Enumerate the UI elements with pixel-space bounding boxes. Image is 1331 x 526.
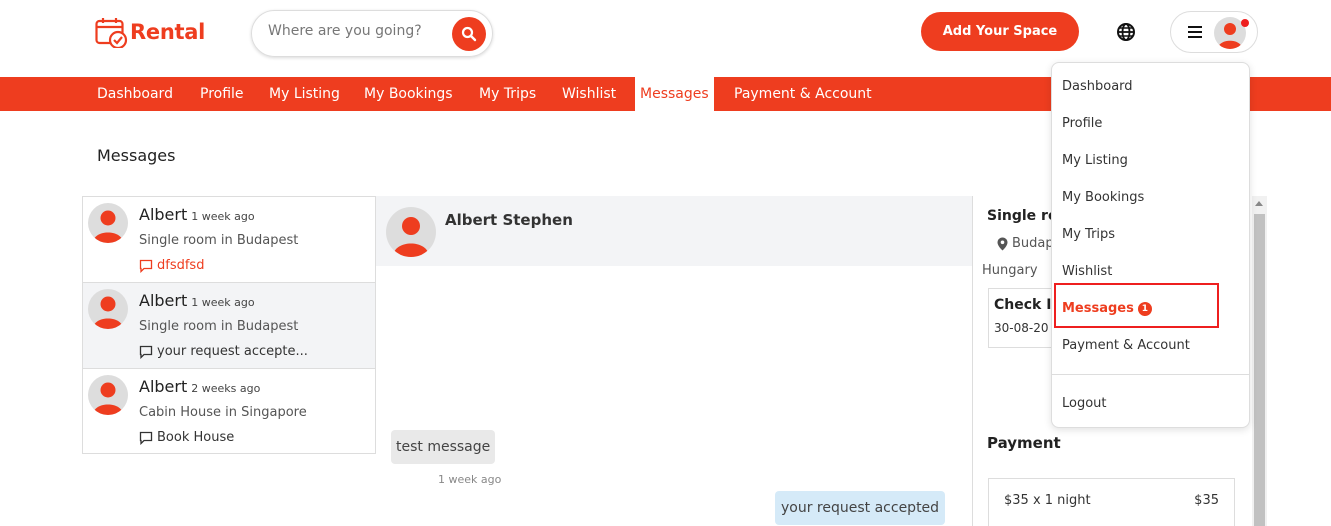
chat-bubble-icon (139, 431, 153, 445)
nav-item-messages[interactable]: Messages (635, 77, 714, 111)
conversation-time: 1 week ago (191, 210, 255, 223)
logo-text: Rental (130, 20, 205, 44)
logo[interactable]: Rental (95, 16, 205, 48)
calendar-check-icon (95, 18, 128, 48)
dropdown-divider (1052, 374, 1249, 375)
conversation-listing: Single room in Budapest (139, 319, 299, 334)
globe-icon[interactable] (1116, 22, 1136, 42)
chat-bubble-icon (139, 345, 153, 359)
dropdown-item-my-listing[interactable]: My Listing (1062, 153, 1128, 168)
scrollbar-thumb[interactable] (1254, 214, 1265, 526)
payment-amount: $35 (1194, 493, 1219, 508)
add-your-space-button[interactable]: Add Your Space (921, 12, 1079, 51)
conversation-listing: Single room in Budapest (139, 233, 299, 248)
avatar (386, 207, 436, 257)
last-message-text: Book House (157, 430, 235, 445)
nav-item-my-bookings[interactable]: My Bookings (364, 77, 453, 111)
search-input[interactable] (268, 23, 448, 39)
payment-title: Payment (987, 434, 1061, 452)
avatar (88, 203, 128, 243)
location-text: Budap (1012, 236, 1054, 251)
user-menu-button[interactable] (1170, 11, 1258, 53)
dropdown-item-logout[interactable]: Logout (1062, 396, 1107, 411)
listing-country: Hungary (982, 263, 1038, 278)
conversation-name-text: Albert (139, 377, 188, 396)
map-pin-icon (997, 237, 1008, 250)
conversation-item[interactable]: Albert 2 weeks ago Cabin House in Singapo… (83, 369, 375, 455)
conversation-last-message: dfsdfsd (139, 258, 319, 273)
search-button[interactable] (452, 17, 486, 51)
nav-item-my-trips[interactable]: My Trips (479, 77, 536, 111)
dropdown-item-profile[interactable]: Profile (1062, 116, 1102, 131)
conversation-item[interactable]: Albert 1 week ago Single room in Budapest… (83, 283, 375, 369)
chat-bubble-icon (139, 259, 153, 273)
highlight-box (1054, 283, 1219, 328)
chat-header: Albert Stephen (376, 196, 972, 266)
user-avatar-icon (393, 217, 429, 257)
notification-dot (1241, 19, 1249, 27)
dropdown-item-wishlist[interactable]: Wishlist (1062, 264, 1112, 279)
conversation-name: Albert 1 week ago (139, 205, 255, 224)
conversation-item[interactable]: Albert 1 week ago Single room in Budapest… (83, 197, 375, 283)
last-message-text: your request accepte... (157, 344, 308, 359)
search-icon (461, 26, 477, 42)
conversation-last-message: Book House (139, 430, 319, 445)
listing-location: Budap (997, 236, 1054, 251)
nav-item-dashboard[interactable]: Dashboard (97, 77, 173, 111)
nav-item-my-listing[interactable]: My Listing (269, 77, 340, 111)
conversation-time: 1 week ago (191, 296, 255, 309)
user-dropdown-menu: Dashboard Profile My Listing My Bookings… (1051, 62, 1250, 428)
dropdown-item-payment-account[interactable]: Payment & Account (1062, 338, 1190, 353)
page-title: Messages (97, 146, 176, 165)
nav-item-payment-account[interactable]: Payment & Account (734, 77, 872, 111)
check-in-date: 30-08-20 (994, 321, 1049, 335)
message-bubble-outgoing: your request accepted (775, 491, 946, 525)
message-bubble-incoming: test message (391, 430, 496, 464)
conversation-name: Albert 2 weeks ago (139, 377, 260, 396)
conversation-last-message: your request accepte... (139, 344, 319, 359)
user-avatar-icon (93, 382, 123, 415)
payment-box: $35 x 1 night $35 (988, 478, 1235, 526)
dropdown-item-dashboard[interactable]: Dashboard (1062, 79, 1133, 94)
user-avatar-icon (93, 296, 123, 329)
message-timestamp: 1 week ago (438, 473, 502, 486)
search-bar (251, 10, 493, 57)
hamburger-menu-icon (1188, 26, 1202, 38)
conversation-listing: Cabin House in Singapore (139, 405, 307, 420)
conversation-time: 2 weeks ago (191, 382, 261, 395)
nav-item-wishlist[interactable]: Wishlist (562, 77, 616, 111)
nav-item-profile[interactable]: Profile (200, 77, 244, 111)
payment-line: $35 x 1 night (1004, 493, 1091, 508)
details-scrollbar[interactable] (1252, 196, 1267, 526)
last-message-text: dfsdfsd (157, 258, 205, 273)
conversation-list: Albert 1 week ago Single room in Budapest… (82, 196, 376, 454)
user-avatar-icon (93, 210, 123, 243)
avatar (88, 375, 128, 415)
conversation-name-text: Albert (139, 205, 188, 224)
scroll-up-arrow-icon[interactable] (1255, 201, 1263, 206)
chat-contact-name: Albert Stephen (445, 211, 573, 229)
conversation-name-text: Albert (139, 291, 188, 310)
conversation-name: Albert 1 week ago (139, 291, 255, 310)
avatar (88, 289, 128, 329)
listing-title: Single ro (987, 208, 1058, 224)
dropdown-item-my-trips[interactable]: My Trips (1062, 227, 1115, 242)
dropdown-item-my-bookings[interactable]: My Bookings (1062, 190, 1144, 205)
